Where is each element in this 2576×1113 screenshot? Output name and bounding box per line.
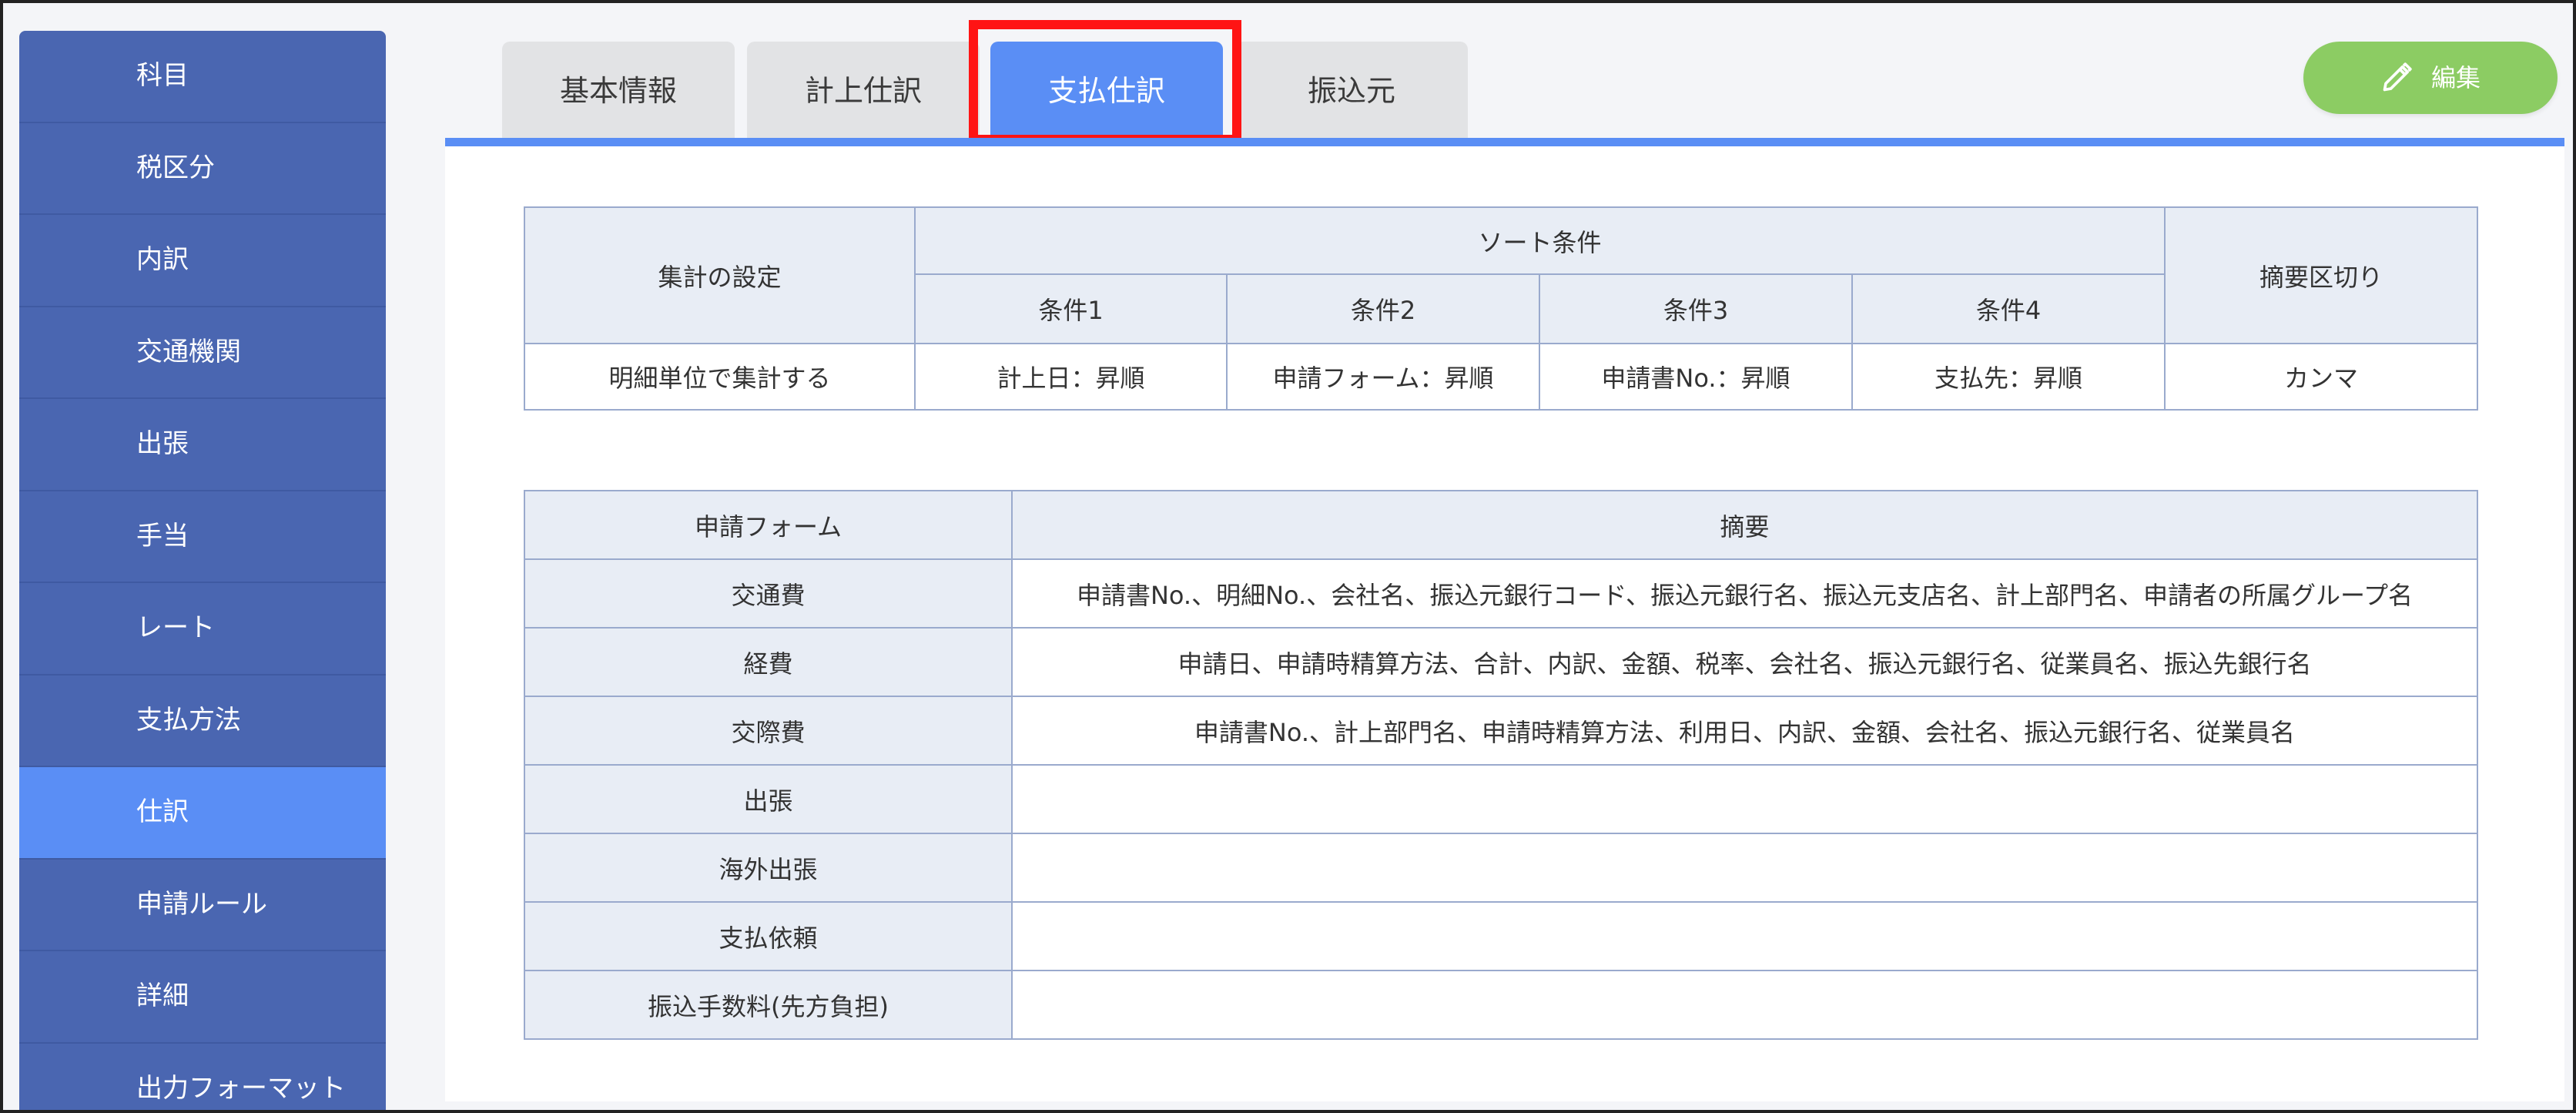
form-name: 交際費: [524, 696, 1013, 766]
condition-4-value: 支払先：昇順: [1851, 343, 2166, 411]
table-row: 交際費 申請書No.、計上部門名、申請時精算方法、利用日、内訳、金額、会社名、振…: [524, 696, 2478, 766]
tab-transfer-source[interactable]: 振込元: [1235, 42, 1468, 140]
summary-table: 申請フォーム 摘要 交通費 申請書No.、明細No.、会社名、振込元銀行コード、…: [524, 490, 2478, 1040]
sidebar-item-tax-category[interactable]: 税区分: [19, 123, 386, 215]
summary-value: [1011, 970, 2478, 1040]
sidebar-item-journal[interactable]: 仕訳: [19, 767, 386, 860]
summary-separator-value: カンマ: [2164, 343, 2479, 411]
sort-settings-table: 集計の設定 ソート条件 摘要区切り 条件1 条件2 条件3 条件4 明細単位で集…: [524, 206, 2479, 411]
condition-3-header: 条件3: [1539, 273, 1853, 344]
table-row: 海外出張: [524, 833, 2478, 903]
table-row: 交通費 申請書No.、明細No.、会社名、振込元銀行コード、振込元銀行名、振込元…: [524, 558, 2478, 629]
condition-1-value: 計上日：昇順: [914, 343, 1228, 411]
summary-value: 申請日、申請時精算方法、合計、内訳、金額、税率、会社名、振込元銀行名、従業員名、…: [1011, 627, 2478, 697]
condition-4-header: 条件4: [1851, 273, 2166, 344]
condition-1-header: 条件1: [914, 273, 1228, 344]
table-row: 振込手数料(先方負担): [524, 970, 2478, 1040]
edit-button[interactable]: 編集: [2303, 42, 2558, 114]
sidebar-item-breakdown[interactable]: 内訳: [19, 215, 386, 307]
table-row: 経費 申請日、申請時精算方法、合計、内訳、金額、税率、会社名、振込元銀行名、従業…: [524, 627, 2478, 697]
table-row: 出張: [524, 764, 2478, 834]
sidebar: 科目 税区分 内訳 交通機関 出張 手当 レート 支払方法 仕訳 申請ルール 詳…: [19, 31, 386, 1111]
tab-underline: [445, 138, 2564, 146]
summary-value: [1011, 901, 2478, 971]
condition-3-value: 申請書No.：昇順: [1539, 343, 1853, 411]
aggregate-header: 集計の設定: [524, 206, 916, 344]
summary-separator-header: 摘要区切り: [2164, 206, 2479, 344]
summary-value: [1011, 764, 2478, 834]
sidebar-item-application-rule[interactable]: 申請ルール: [19, 860, 386, 951]
sidebar-item-transport[interactable]: 交通機関: [19, 307, 386, 399]
sidebar-item-account[interactable]: 科目: [19, 31, 386, 123]
sidebar-item-details[interactable]: 詳細: [19, 951, 386, 1044]
sidebar-item-rate[interactable]: レート: [19, 583, 386, 676]
sidebar-item-payment-method[interactable]: 支払方法: [19, 676, 386, 767]
sort-conditions-header: ソート条件: [913, 206, 2166, 275]
table-row: 支払依頼: [524, 901, 2478, 971]
form-name: 経費: [524, 627, 1013, 697]
tab-booking-journal[interactable]: 計上仕訳: [747, 42, 980, 140]
pencil-icon: [2383, 62, 2412, 92]
summary-value: [1011, 833, 2478, 903]
tab-basic-info[interactable]: 基本情報: [502, 42, 735, 140]
form-name: 海外出張: [524, 833, 1013, 903]
form-name: 振込手数料(先方負担): [524, 970, 1013, 1040]
summary-column-header: 摘要: [1011, 490, 2478, 560]
sidebar-item-business-trip[interactable]: 出張: [19, 399, 386, 491]
tab-payment-journal[interactable]: 支払仕訳: [990, 42, 1223, 140]
form-name: 交通費: [524, 558, 1013, 629]
form-name: 支払依頼: [524, 901, 1013, 971]
condition-2-header: 条件2: [1226, 273, 1540, 344]
sidebar-item-output-format[interactable]: 出力フォーマット: [19, 1044, 386, 1111]
edit-button-label: 編集: [2430, 63, 2481, 92]
summary-value: 申請書No.、明細No.、会社名、振込元銀行コード、振込元銀行名、振込元支店名、…: [1011, 558, 2478, 629]
condition-2-value: 申請フォーム：昇順: [1226, 343, 1540, 411]
sidebar-item-allowance[interactable]: 手当: [19, 491, 386, 583]
form-column-header: 申請フォーム: [524, 490, 1013, 560]
aggregate-value: 明細単位で集計する: [524, 343, 916, 411]
app-frame: 科目 税区分 内訳 交通機関 出張 手当 レート 支払方法 仕訳 申請ルール 詳…: [0, 0, 2576, 1113]
summary-value: 申請書No.、計上部門名、申請時精算方法、利用日、内訳、金額、会社名、振込元銀行…: [1011, 696, 2478, 766]
form-name: 出張: [524, 764, 1013, 834]
